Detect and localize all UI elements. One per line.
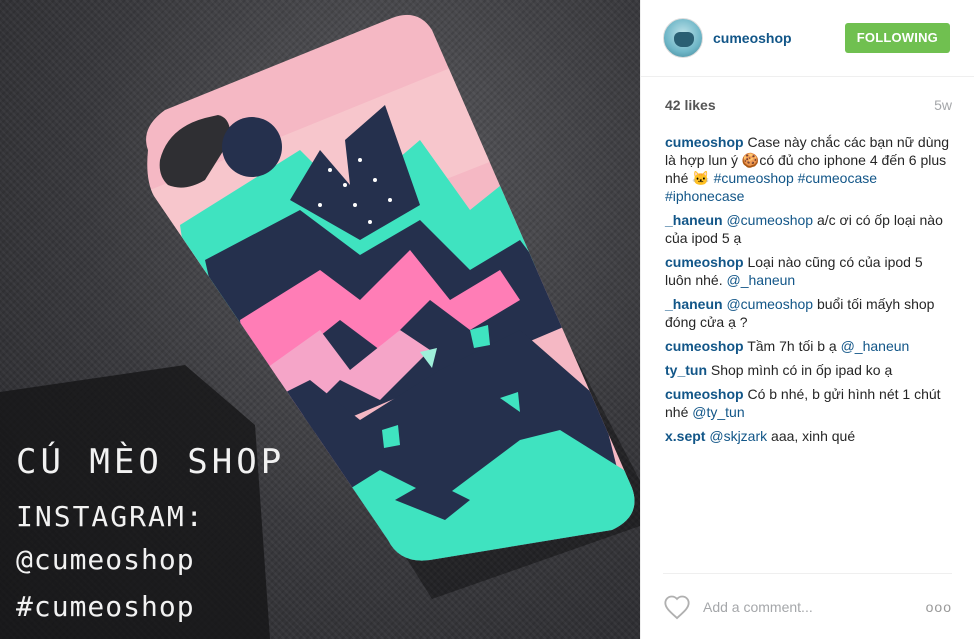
comment-username[interactable]: cumeoshop	[665, 134, 744, 150]
sun-circle	[222, 117, 282, 177]
post-header: cumeoshop FOLLOWING	[641, 0, 974, 77]
heart-outline-icon[interactable]	[663, 594, 691, 620]
comment-item: _haneun @cumeoshop buổi tối mấyh shop đó…	[665, 295, 952, 331]
comment-item: cumeoshop Tầm 7h tối b ạ @_haneun	[665, 337, 952, 355]
comment-tag-link[interactable]: #cumeocase	[798, 170, 877, 186]
following-button[interactable]: FOLLOWING	[844, 23, 950, 53]
comment-item: cumeoshop Case này chắc các bạn nữ dùng …	[665, 133, 952, 205]
overlay-hashtag: #cumeoshop	[16, 590, 195, 623]
comment-text: Tầm 7h tối b ạ	[743, 338, 841, 354]
avatar[interactable]	[663, 18, 703, 58]
comment-tag-link[interactable]: #iphonecase	[665, 188, 744, 204]
comment-tag-link[interactable]: @_haneun	[727, 272, 796, 288]
header-username[interactable]: cumeoshop	[713, 30, 792, 46]
comment-item: x.sept @skjzark aaa, xinh qué	[665, 427, 952, 445]
likes-count[interactable]: 42 likes	[665, 97, 716, 113]
post-age[interactable]: 5w	[934, 97, 952, 113]
comment-username[interactable]: cumeoshop	[665, 386, 744, 402]
comment-tag-link[interactable]: @skjzark	[709, 428, 767, 444]
add-comment-input[interactable]	[703, 598, 926, 615]
comment-username[interactable]: cumeoshop	[665, 254, 744, 270]
overlay-handle: @cumeoshop	[16, 543, 195, 576]
comment-username[interactable]: _haneun	[665, 296, 723, 312]
comment-item: cumeoshop Có b nhé, b gửi hình nét 1 chú…	[665, 385, 952, 421]
comment-list: cumeoshop Case này chắc các bạn nữ dùng …	[641, 133, 974, 445]
comment-username[interactable]: x.sept	[665, 428, 705, 444]
overlay-subtitle: INSTAGRAM:	[16, 500, 205, 533]
comment-tag-link[interactable]: @_haneun	[841, 338, 910, 354]
comment-tag-link[interactable]: @cumeoshop	[726, 212, 813, 228]
comment-tag-link[interactable]: @ty_tun	[692, 404, 744, 420]
overlay-title: CÚ MÈO SHOP	[16, 442, 286, 482]
likes-row: 42 likes 5w	[641, 77, 974, 133]
post-photo[interactable]: CÚ MÈO SHOP INSTAGRAM: @cumeoshop #cumeo…	[0, 0, 640, 639]
comment-item: _haneun @cumeoshop a/c ơi có ốp loại nào…	[665, 211, 952, 247]
comment-footer: ooo	[663, 573, 952, 639]
comment-username[interactable]: ty_tun	[665, 362, 707, 378]
post-sidebar: cumeoshop FOLLOWING 42 likes 5w cumeosho…	[640, 0, 974, 639]
comment-username[interactable]: cumeoshop	[665, 338, 744, 354]
comment-text: Shop mình có in ốp ipad ko ạ	[707, 362, 893, 378]
ellipsis-icon[interactable]: ooo	[926, 599, 952, 615]
instagram-post: CÚ MÈO SHOP INSTAGRAM: @cumeoshop #cumeo…	[0, 0, 974, 639]
comment-username[interactable]: _haneun	[665, 212, 723, 228]
comment-tag-link[interactable]: #cumeoshop	[714, 170, 794, 186]
comment-text: aaa, xinh qué	[767, 428, 856, 444]
comment-item: cumeoshop Loại nào cũng có của ipod 5 lu…	[665, 253, 952, 289]
comment-item: ty_tun Shop mình có in ốp ipad ko ạ	[665, 361, 952, 379]
comment-tag-link[interactable]: @cumeoshop	[726, 296, 813, 312]
